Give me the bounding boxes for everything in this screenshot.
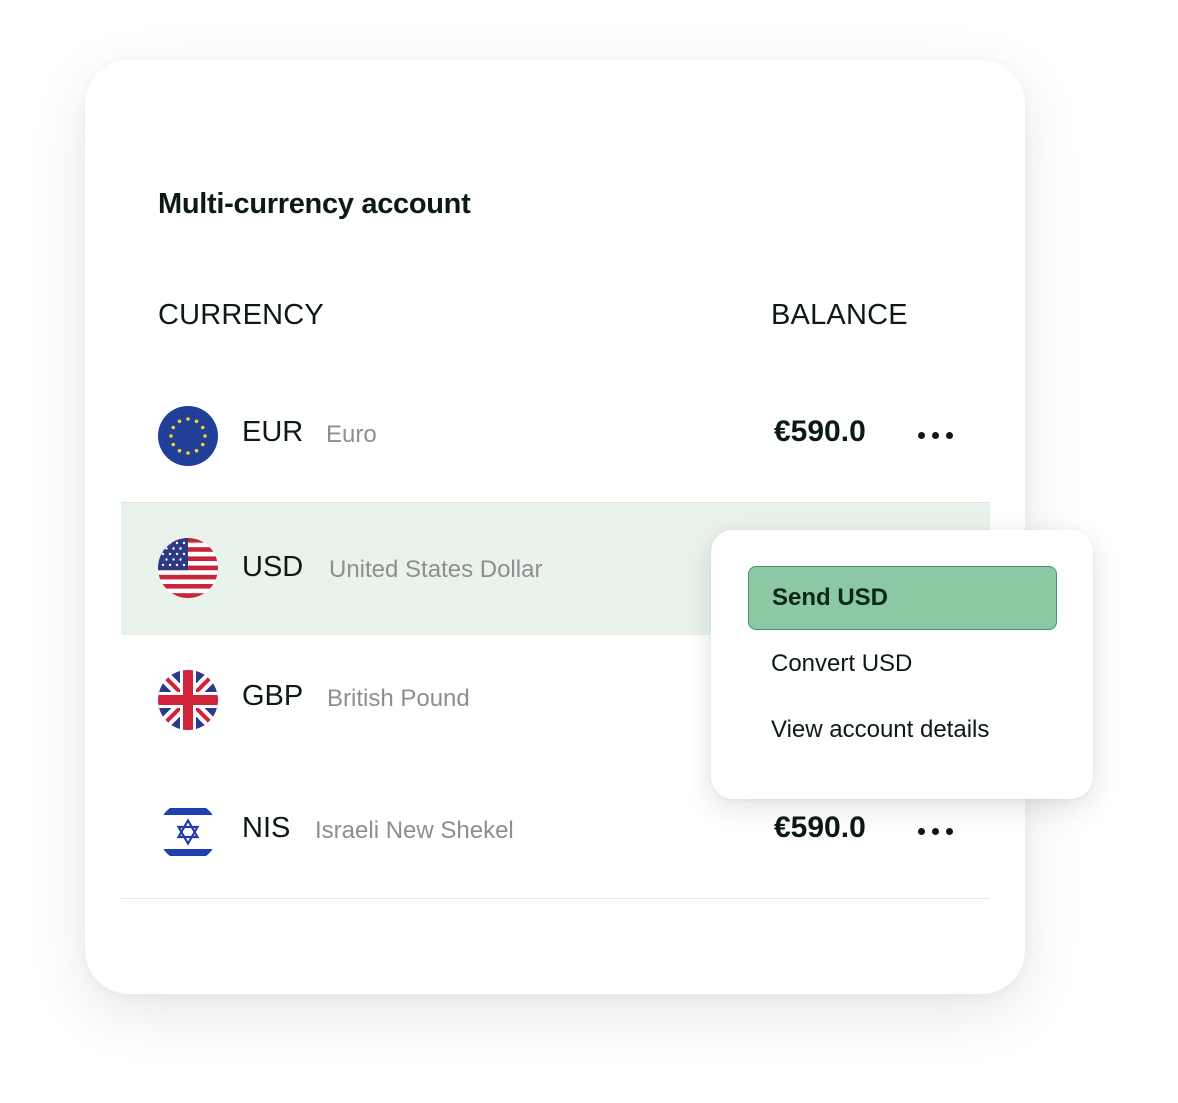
currency-name: Israeli New Shekel — [315, 817, 514, 844]
menu-item-view-account-details[interactable]: View account details — [748, 698, 1057, 762]
stage: Multi-currency account CURRENCY BALANCE — [0, 0, 1178, 1103]
menu-item-convert-usd[interactable]: Convert USD — [748, 632, 1057, 696]
currency-name: United States Dollar — [329, 556, 543, 583]
more-options-icon[interactable] — [915, 428, 955, 444]
israel-flag-icon — [158, 802, 218, 862]
uk-flag-icon — [158, 670, 218, 730]
currency-name: Euro — [326, 421, 377, 448]
us-flag-icon — [158, 538, 218, 598]
table-bottom-divider — [121, 898, 990, 899]
currency-code: EUR — [242, 416, 304, 448]
currency-code: USD — [242, 551, 304, 583]
currency-row-eur[interactable]: EUR Euro €590.0 — [121, 370, 990, 502]
balance-amount: €590.0 — [774, 415, 866, 448]
menu-item-send-usd[interactable]: Send USD — [748, 566, 1057, 630]
currency-code: GBP — [242, 680, 304, 712]
more-options-icon[interactable] — [915, 824, 955, 840]
balance-amount: €590.0 — [774, 811, 866, 844]
eu-flag-icon — [158, 406, 218, 466]
currency-code: NIS — [242, 812, 291, 844]
page-title: Multi-currency account — [158, 188, 471, 220]
row-actions-menu: Send USD Convert USD View account detail… — [711, 530, 1093, 799]
currency-name: British Pound — [327, 685, 470, 712]
column-header-currency: CURRENCY — [158, 299, 324, 331]
column-header-balance: BALANCE — [771, 299, 908, 331]
